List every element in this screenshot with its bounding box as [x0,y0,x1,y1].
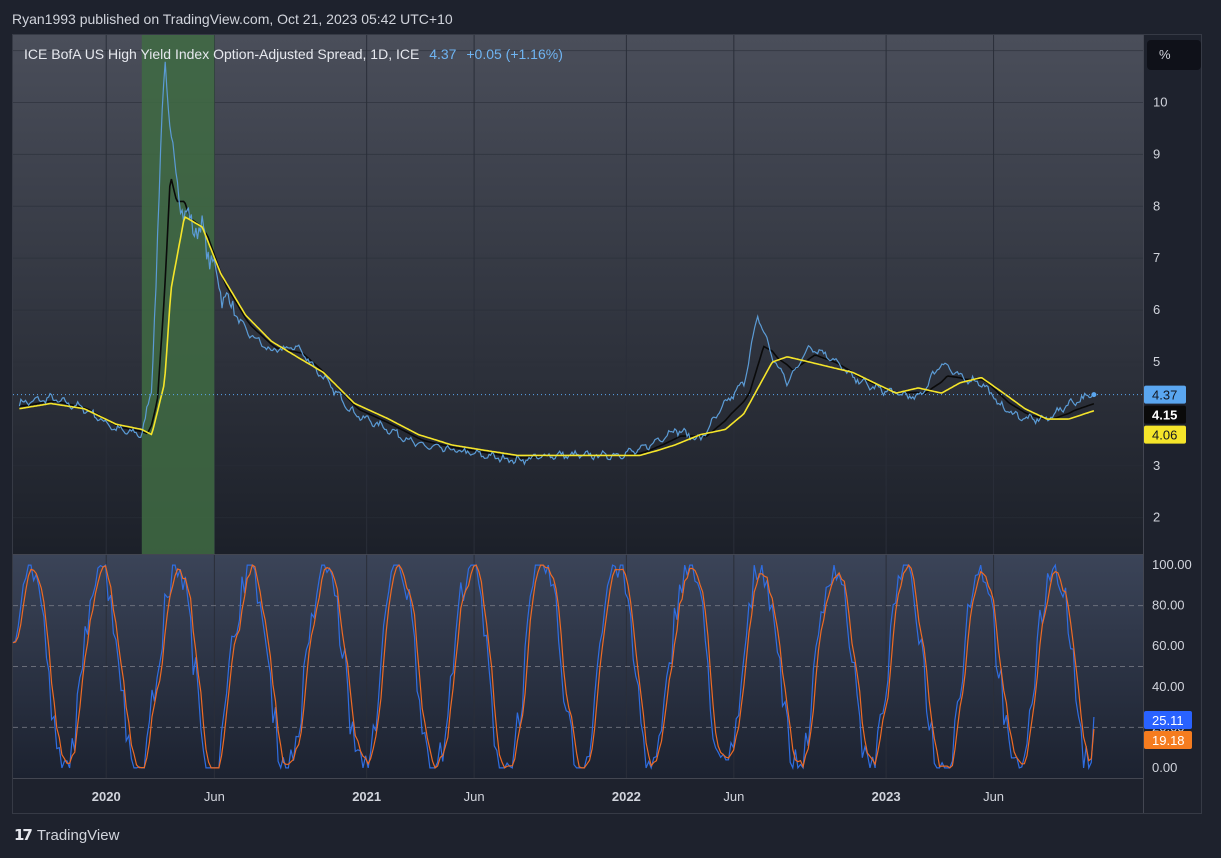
price-axis[interactable]: 234567891011 [1153,43,1167,525]
series-name: ICE BofA US High Yield Index Option-Adju… [24,46,420,62]
x-tick-label: 2022 [612,789,641,804]
stochastic-last-value-text: 25.11 [1152,713,1184,728]
covid-highlight-band [141,35,215,554]
price-tick-label: 3 [1153,458,1160,473]
time-axis[interactable]: 2020 Jun 2021 Jun 2022 Jun 2023 Jun [92,789,1004,804]
stochastic-last-value-label: 19.18 [1144,730,1192,749]
price-last-value-label: 4.37 [1144,385,1186,404]
price-tick-label: 9 [1153,146,1160,161]
chart-svg[interactable]: 234567891011 0.0020.0040.0060.0080.00100… [0,0,1221,858]
stochastic-tick-label: 60.00 [1152,638,1185,653]
x-tick-label: Jun [204,789,225,804]
series-change: +0.05 (+1.16%) [466,46,563,62]
stochastic-tick-label: 80.00 [1152,598,1185,613]
brand-name: TradingView [36,826,120,844]
price-last-value-text: 4.37 [1152,388,1177,403]
x-tick-label: Jun [464,789,485,804]
series-legend[interactable]: ICE BofA US High Yield Index Option-Adju… [24,46,563,62]
price-tick-label: 7 [1153,250,1160,265]
price-tick-label: 5 [1153,354,1160,369]
x-tick-label: Jun [723,789,744,804]
stochastic-last-value-text: 19.18 [1152,733,1185,748]
price-tick-label: 2 [1153,510,1160,525]
stochastic-tick-label: 0.00 [1152,760,1177,775]
percent-scale-button[interactable]: % [1147,40,1201,70]
x-tick-label: 2021 [352,789,381,804]
price-last-value-text: 4.15 [1152,408,1177,423]
stochastic-last-value-label: 25.11 [1144,710,1192,729]
price-last-value-text: 4.06 [1152,428,1177,443]
price-last-value-label: 4.15 [1144,405,1186,424]
tradingview-logo-icon: 𝟭𝟳 [14,827,33,844]
x-tick-label: Jun [983,789,1004,804]
x-tick-label: 2023 [872,789,901,804]
price-tick-label: 8 [1153,198,1160,213]
x-tick-label: 2020 [92,789,121,804]
footer-branding[interactable]: 𝟭𝟳 TradingView [14,826,120,845]
stochastic-tick-label: 40.00 [1152,679,1185,694]
price-tick-label: 6 [1153,302,1160,317]
price-last-value-label: 4.06 [1144,425,1186,444]
price-tick-label: 10 [1153,94,1167,109]
last-price-point [1091,392,1097,398]
series-last-value: 4.37 [429,46,457,62]
stochastic-tick-label: 100.00 [1152,557,1192,572]
